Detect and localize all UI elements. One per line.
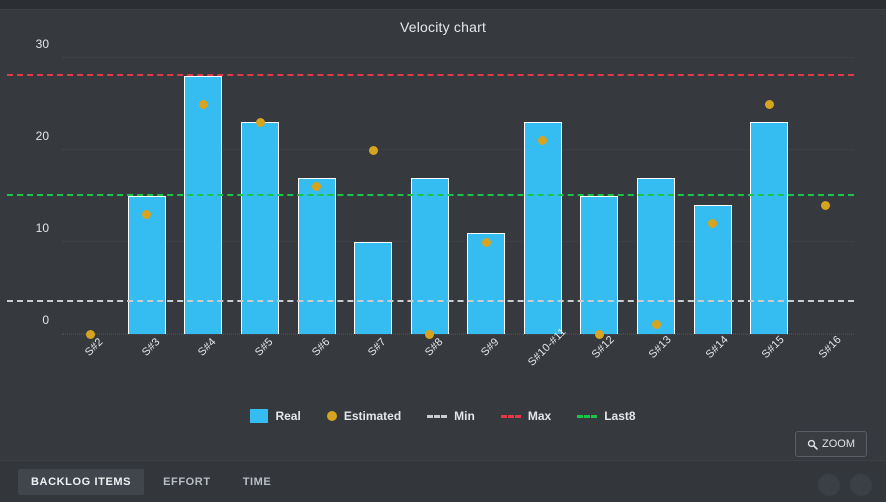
estimated-point[interactable] — [821, 200, 831, 210]
chart-category-slot[interactable]: S#7 — [345, 58, 402, 359]
bar[interactable] — [410, 177, 449, 334]
search-icon — [807, 439, 818, 450]
dash-swatch-icon — [577, 414, 598, 418]
legend-item-real[interactable]: Real — [250, 409, 301, 423]
legend-item-estimated[interactable]: Estimated — [326, 409, 402, 423]
chart-category-slot[interactable]: S#2 — [62, 58, 119, 359]
x-axis-tick-label: S#5 — [252, 335, 276, 359]
legend-label: Estimated — [343, 409, 402, 423]
y-axis-tick-label: 30 — [35, 37, 49, 51]
chart-category-slot[interactable]: S#3 — [119, 58, 176, 359]
legend-item-min[interactable]: Min — [427, 409, 475, 423]
estimated-point[interactable] — [198, 99, 208, 109]
chart-category-slot[interactable]: S#12 — [571, 58, 628, 361]
bar[interactable] — [354, 242, 393, 334]
dash-swatch-icon — [427, 414, 448, 418]
tab-time[interactable]: TIME — [230, 469, 285, 495]
chart-category-slot[interactable]: S#16 — [798, 58, 855, 361]
legend-item-max[interactable]: Max — [500, 409, 552, 423]
chart-category-slot[interactable]: S#5 — [232, 58, 289, 359]
x-axis-tick-label: S#15 — [759, 333, 788, 361]
zoom-button-label: ZOOM — [822, 438, 855, 450]
chart-category-slot[interactable]: S#10-#11 — [515, 58, 572, 369]
bar[interactable] — [750, 122, 789, 334]
plot-area: 0 10 20 30 S#2 S#3 S#4 S#5 S#6 S#7 S#8 S#9 S#10-#11… — [7, 37, 855, 369]
bar[interactable] — [184, 76, 223, 334]
x-axis-tick-label: S#4 — [196, 335, 220, 359]
chart-category-slot[interactable]: S#8 — [401, 58, 458, 359]
estimated-point[interactable] — [368, 145, 378, 155]
circle-swatch-icon — [326, 411, 337, 421]
y-axis-tick-label: 20 — [35, 129, 49, 143]
reference-line-min — [7, 299, 854, 302]
bar[interactable] — [241, 122, 280, 334]
x-axis-tick-label: S#8 — [422, 335, 446, 359]
chart-panel: Velocity chart 0 10 20 30 S#2 S#3 S#4 S#5 S#6 S#… — [0, 9, 886, 457]
tab-effort[interactable]: EFFORT — [150, 469, 224, 495]
page-title: Velocity chart — [399, 19, 487, 35]
chart-legend: Real Estimated Min Max Last8 — [0, 409, 886, 423]
bar[interactable] — [637, 177, 676, 334]
x-axis-tick-label: S#2 — [83, 335, 106, 359]
x-axis-tick-label: S#16 — [816, 333, 844, 361]
corner-decoration-left — [818, 474, 840, 496]
y-axis-tick-label: 0 — [42, 313, 49, 327]
x-axis-baseline — [62, 334, 854, 335]
legend-label: Real — [275, 409, 301, 423]
bar-series: S#2 S#3 S#4 S#5 S#6 S#7 S#8 S#9 S#10-#11 S#12 S#13… — [62, 58, 855, 369]
estimated-point[interactable] — [85, 329, 95, 339]
x-axis-tick-label: S#7 — [366, 335, 389, 359]
x-axis-tick-label: S#9 — [479, 335, 502, 359]
bar[interactable] — [580, 196, 619, 334]
x-axis-tick-label: S#14 — [703, 333, 731, 361]
estimated-point[interactable] — [425, 329, 435, 339]
chart-category-slot[interactable]: S#13 — [628, 58, 685, 361]
tab-backlog-items[interactable]: BACKLOG ITEMS — [18, 468, 145, 495]
estimated-point[interactable] — [594, 329, 604, 339]
x-axis-tick-label: S#3 — [139, 335, 163, 359]
velocity-chart-app: Velocity chart 0 10 20 30 S#2 S#3 S#4 S#5 S#6 S#… — [0, 0, 886, 502]
x-axis-tick-label: S#6 — [309, 335, 333, 359]
reference-line-last8 — [7, 194, 854, 196]
legend-label: Min — [454, 409, 475, 423]
legend-label: Max — [527, 409, 552, 423]
corner-decoration-right — [850, 474, 872, 496]
x-axis-tick-label: S#13 — [646, 333, 674, 361]
bottom-tab-bar: BACKLOG ITEMS EFFORT TIME — [0, 460, 886, 502]
bar[interactable] — [297, 177, 336, 334]
dash-swatch-icon — [500, 414, 521, 418]
bar[interactable] — [467, 232, 506, 334]
chart-category-slot[interactable]: S#6 — [288, 58, 345, 359]
legend-label: Last8 — [604, 409, 636, 423]
bar[interactable] — [523, 122, 562, 334]
square-swatch-icon — [250, 409, 269, 423]
legend-item-last8[interactable]: Last8 — [577, 409, 636, 423]
y-axis-tick-label: 10 — [35, 221, 49, 235]
estimated-point[interactable] — [651, 320, 661, 330]
chart-category-slot[interactable]: S#4 — [175, 58, 232, 359]
x-axis-tick-label: S#12 — [590, 333, 618, 361]
zoom-button[interactable]: ZOOM — [795, 431, 867, 457]
chart-category-slot[interactable]: S#15 — [741, 58, 798, 361]
estimated-point[interactable] — [764, 99, 774, 109]
reference-line-max — [7, 74, 854, 77]
chart-category-slot[interactable]: S#9 — [458, 58, 515, 359]
chart-category-slot[interactable]: S#14 — [684, 58, 741, 361]
estimated-point[interactable] — [255, 117, 265, 127]
estimated-point[interactable] — [481, 237, 491, 247]
